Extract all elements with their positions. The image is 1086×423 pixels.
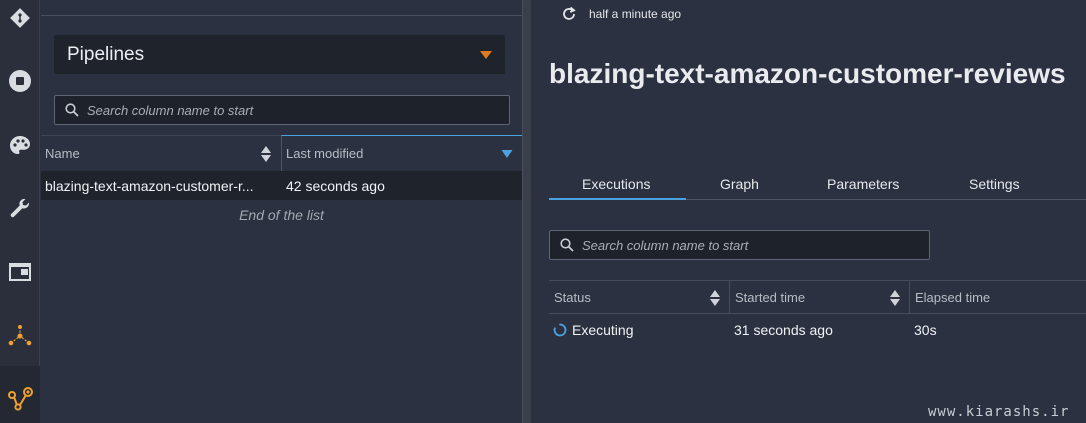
- tab-parameters[interactable]: Parameters: [827, 176, 899, 192]
- executions-search-box[interactable]: [549, 230, 930, 260]
- pipeline-detail-panel: half a minute ago blazing-text-amazon-cu…: [531, 0, 1086, 423]
- panel-resize-handle[interactable]: [522, 0, 531, 423]
- column-header-last-modified[interactable]: Last modified: [281, 135, 522, 171]
- table-row[interactable]: blazing-text-amazon-customer-r... 42 sec…: [41, 171, 522, 200]
- model-icon[interactable]: [0, 381, 40, 417]
- icon-rail-inner: [0, 0, 40, 366]
- executions-table-header: Status Started time Elapsed time: [549, 280, 1086, 314]
- wrench-icon[interactable]: [0, 191, 40, 227]
- icon-rail: [0, 0, 40, 423]
- pipelines-table-header: Name Last modified: [41, 135, 522, 171]
- tab-settings[interactable]: Settings: [969, 176, 1020, 192]
- refresh-icon[interactable]: [561, 6, 577, 22]
- tab-graph[interactable]: Graph: [720, 176, 759, 192]
- stop-icon[interactable]: [0, 63, 40, 99]
- detail-tabs: Executions Graph Parameters Settings: [549, 172, 1086, 200]
- caret-down-icon: [480, 50, 492, 59]
- status-text: Executing: [572, 322, 634, 338]
- panel-top-divider: [41, 15, 522, 16]
- spinner-icon: [553, 323, 567, 337]
- search-icon: [65, 103, 79, 117]
- column-header-label: Name: [45, 146, 80, 161]
- end-of-list-text: End of the list: [239, 207, 324, 223]
- sort-icon[interactable]: [260, 145, 272, 163]
- column-header-status[interactable]: Status: [549, 281, 729, 314]
- pipeline-title: blazing-text-amazon-customer-reviews: [549, 58, 1066, 89]
- pipelines-search-input[interactable]: [87, 102, 509, 118]
- elapsed-time-cell: 30s: [914, 322, 937, 338]
- sort-icon[interactable]: [889, 289, 901, 307]
- last-modified-cell: 42 seconds ago: [286, 177, 385, 194]
- dropdown-label: Pipelines: [67, 43, 145, 65]
- pipelines-dropdown[interactable]: Pipelines: [54, 35, 505, 74]
- pipeline-name-cell[interactable]: blazing-text-amazon-customer-r...: [41, 178, 281, 194]
- tab-executions[interactable]: Executions: [582, 176, 650, 192]
- pipelines-panel: Pipelines Name Last modified blazing-tex…: [41, 0, 522, 423]
- git-icon[interactable]: [0, 0, 40, 36]
- column-header-name[interactable]: Name: [41, 135, 281, 171]
- app-root: Pipelines Name Last modified blazing-tex…: [0, 0, 1086, 423]
- started-time-cell: 31 seconds ago: [734, 322, 833, 338]
- column-header-label: Elapsed time: [915, 290, 991, 305]
- executions-search-input[interactable]: [582, 237, 929, 253]
- last-refreshed-text: half a minute ago: [589, 7, 682, 21]
- active-tab-indicator: [549, 198, 686, 200]
- watermark: www.kiarashs.ir: [928, 404, 1070, 420]
- column-header-started-time[interactable]: Started time: [729, 281, 909, 314]
- column-header-label: Started time: [735, 290, 806, 305]
- column-header-label: Last modified: [286, 146, 364, 161]
- sort-descending-icon[interactable]: [501, 145, 513, 163]
- sort-icon[interactable]: [709, 289, 721, 307]
- column-header-label: Status: [554, 290, 591, 305]
- table-row[interactable]: Executing 31 seconds ago 30s: [549, 316, 1086, 344]
- column-header-elapsed-time[interactable]: Elapsed time: [909, 281, 1086, 314]
- pipelines-search-box[interactable]: [54, 95, 510, 125]
- status-cell: Executing: [549, 322, 729, 338]
- pipeline-icon[interactable]: [0, 318, 40, 354]
- palette-icon[interactable]: [0, 128, 40, 164]
- window-icon[interactable]: [0, 254, 40, 290]
- refresh-control[interactable]: half a minute ago: [561, 6, 681, 22]
- search-icon: [560, 238, 574, 252]
